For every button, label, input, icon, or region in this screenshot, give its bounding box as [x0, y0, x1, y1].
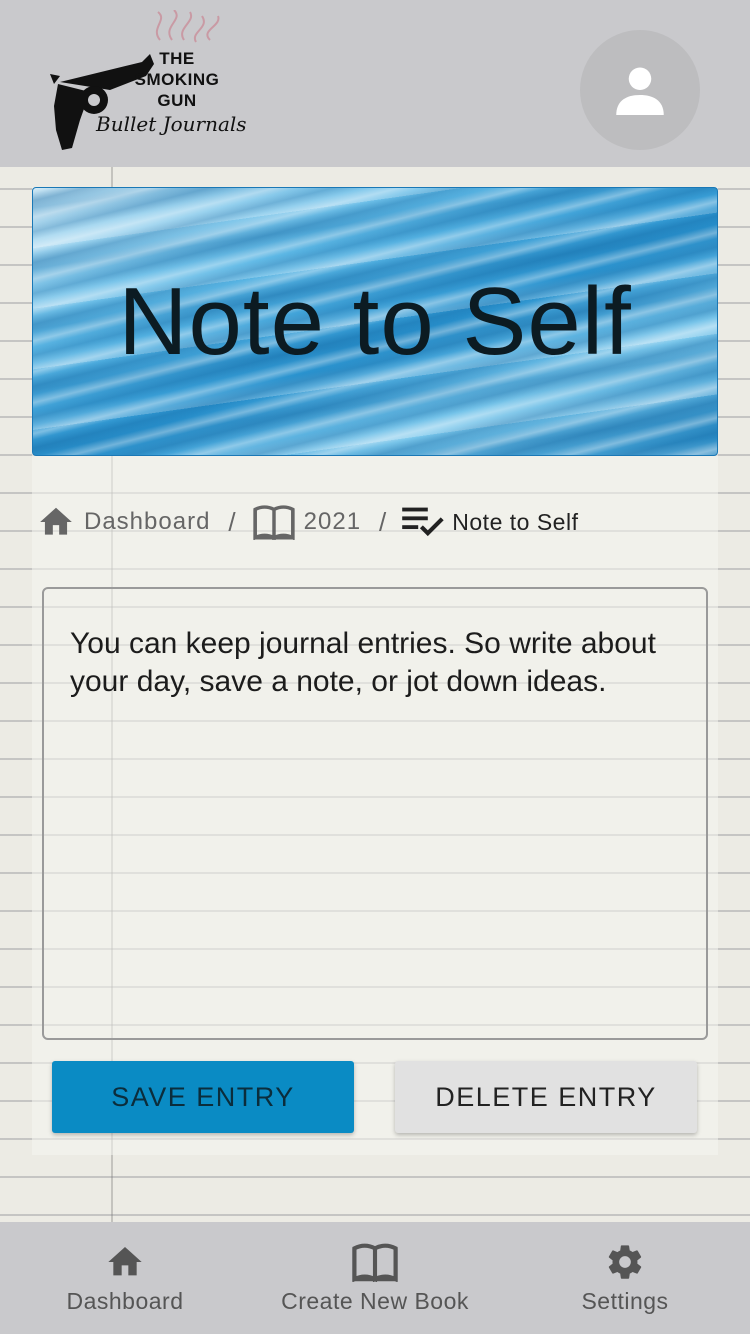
nav-item-dashboard[interactable]: Dashboard: [0, 1242, 250, 1315]
breadcrumb: Dashboard / 2021 / Note to Self: [36, 500, 578, 544]
page-title: Note to Self: [118, 267, 632, 375]
user-icon: [616, 67, 664, 115]
bottom-navigation: Dashboard Create New Book Settings: [0, 1222, 750, 1334]
app-header: THE SMOKING GUN Bullet Journals: [0, 0, 750, 167]
journal-entry-field[interactable]: You can keep journal entries. So write a…: [42, 587, 708, 1040]
logo-line-2: SMOKING: [134, 70, 220, 89]
breadcrumb-current: Note to Self: [402, 506, 578, 538]
book-icon: [352, 1243, 398, 1282]
logo-script: Bullet Journals: [96, 112, 247, 136]
journal-banner: Note to Self: [32, 187, 718, 456]
breadcrumb-label: Note to Self: [452, 508, 579, 535]
delete-entry-button[interactable]: DELETE ENTRY: [395, 1061, 697, 1133]
journal-entry-text[interactable]: You can keep journal entries. So write a…: [70, 625, 680, 701]
nav-label: Create New Book: [281, 1288, 469, 1314]
breadcrumb-book[interactable]: 2021: [252, 504, 361, 540]
breadcrumb-label: 2021: [303, 508, 362, 535]
nav-item-create-new-book[interactable]: Create New Book: [250, 1242, 500, 1315]
breadcrumb-separator: /: [228, 506, 236, 537]
breadcrumb-separator: /: [379, 506, 387, 537]
app-logo[interactable]: THE SMOKING GUN Bullet Journals: [50, 10, 250, 155]
save-entry-button[interactable]: SAVE ENTRY: [52, 1061, 354, 1133]
gear-icon: [608, 1245, 642, 1279]
avatar[interactable]: [580, 30, 700, 150]
nav-label: Dashboard: [66, 1288, 184, 1314]
home-icon: [40, 507, 72, 535]
logo-line-3: GUN: [157, 91, 197, 110]
home-icon: [108, 1247, 142, 1276]
checklist-icon: [402, 507, 444, 537]
breadcrumb-label: Dashboard: [84, 508, 211, 535]
book-icon: [253, 505, 295, 540]
logo-line-1: THE: [159, 49, 195, 68]
nav-label: Settings: [581, 1288, 669, 1314]
nav-item-settings[interactable]: Settings: [500, 1242, 750, 1315]
breadcrumb-dashboard[interactable]: Dashboard: [36, 503, 210, 541]
